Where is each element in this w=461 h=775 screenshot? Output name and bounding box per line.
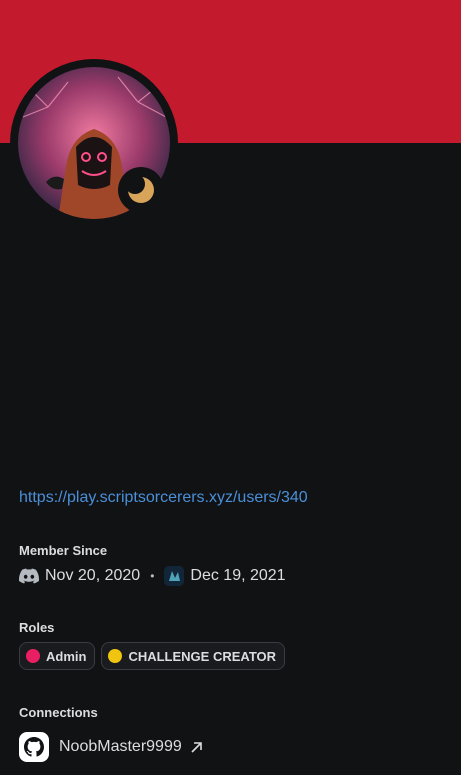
discord-icon [19, 568, 39, 584]
member-since-title: Member Since [19, 543, 108, 558]
member-since-row: Nov 20, 2020 • Dec 19, 2021 [19, 565, 286, 587]
profile-link[interactable]: https://play.scriptsorcerers.xyz/users/3… [19, 489, 308, 507]
role-label: CHALLENGE CREATOR [128, 648, 277, 664]
moon-icon [126, 175, 154, 203]
separator-dot: • [150, 569, 155, 583]
external-link-icon[interactable] [190, 741, 203, 754]
role-challenge-creator[interactable]: CHALLENGE CREATOR [101, 642, 286, 670]
avatar-container[interactable] [10, 59, 178, 227]
role-color-dot [108, 649, 123, 663]
server-join-date: Dec 19, 2021 [190, 567, 286, 584]
role-label: Admin [46, 648, 87, 664]
roles-title: Roles [19, 620, 55, 635]
connection-github[interactable]: NoobMaster9999 [19, 732, 203, 762]
connection-username: NoobMaster9999 [59, 738, 182, 755]
server-icon [164, 566, 185, 586]
role-color-dot [26, 649, 40, 663]
discord-join-date: Nov 20, 2020 [45, 567, 141, 584]
status-indicator [118, 167, 164, 213]
connections-title: Connections [19, 705, 98, 720]
github-icon [19, 732, 49, 762]
roles-list: Admin CHALLENGE CREATOR [19, 642, 286, 670]
role-admin[interactable]: Admin [19, 642, 96, 670]
